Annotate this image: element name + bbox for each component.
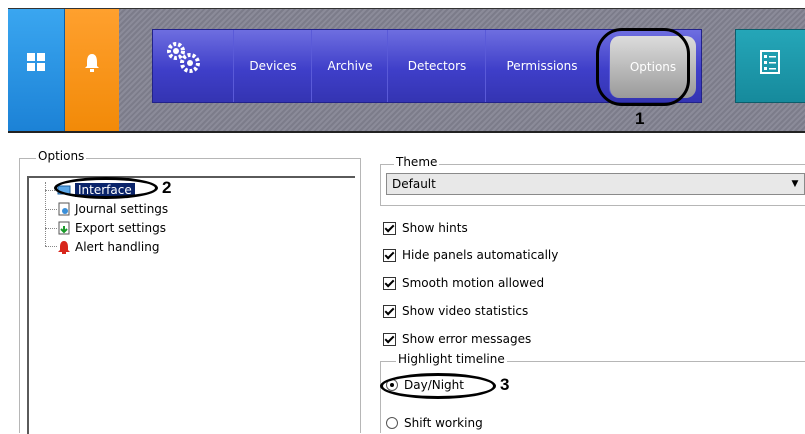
windows-tile-button[interactable] [8,9,65,131]
tree-item-export-settings[interactable]: Export settings [57,219,166,237]
report-tile-button[interactable] [735,29,805,103]
menu-detectors-label: Detectors [407,59,467,73]
alert-icon [57,240,71,254]
callout-number-1: 1 [635,109,645,128]
tree-item-label: Alert handling [75,240,160,254]
menu-detectors[interactable]: Detectors [387,30,486,102]
theme-select[interactable]: Default ▼ [386,173,805,195]
notifications-tile-button[interactable] [65,9,119,131]
callout-oval-1 [596,28,690,106]
menu-devices-label: Devices [249,59,297,73]
checkbox-checked-icon[interactable] [383,304,396,318]
menu-permissions[interactable]: Permissions [485,30,598,102]
dropdown-arrow-icon[interactable]: ▼ [788,176,802,192]
checkbox-checked-icon[interactable] [383,332,396,346]
tree-guide-line [45,246,57,247]
options-tree[interactable]: Interface Journal settings Export settin… [27,176,355,434]
menu-archive[interactable]: Archive [311,30,388,102]
checkbox-show-hints[interactable]: Show hints [383,219,468,237]
checklist-icon [760,50,780,77]
callout-oval-2 [54,177,158,199]
checkbox-label: Show hints [402,221,468,235]
export-icon [57,221,71,235]
checkbox-label: Hide panels automatically [402,248,559,262]
checkbox-checked-icon[interactable] [383,248,396,262]
radio-label: Shift working [404,416,483,430]
checkbox-checked-icon[interactable] [383,221,396,235]
theme-group-title: Theme [394,155,440,169]
tree-item-label: Journal settings [75,202,169,216]
callout-number-3: 3 [500,375,510,394]
theme-select-value: Default [392,177,436,191]
tree-item-journal-settings[interactable]: Journal settings [57,200,168,218]
tree-item-label: Export settings [75,221,166,235]
checkbox-error-messages[interactable]: Show error messages [383,330,531,348]
tree-item-alert-handling[interactable]: Alert handling [57,238,159,256]
tree-guide-line [45,228,57,229]
tree-guide-line [45,209,57,210]
checkbox-checked-icon[interactable] [383,276,396,290]
tree-guide-line [45,182,46,246]
callout-number-2: 2 [162,178,172,197]
menu-permissions-label: Permissions [506,59,578,73]
journal-icon [57,202,71,216]
menu-devices[interactable]: Devices [233,30,312,102]
checkbox-video-statistics[interactable]: Show video statistics [383,302,528,320]
menu-archive-label: Archive [327,59,373,73]
checkbox-hide-panels[interactable]: Hide panels automatically [383,246,558,264]
bell-icon [84,53,100,76]
gears-icon [163,38,203,78]
checkbox-label: Show video statistics [402,304,529,318]
checkbox-label: Smooth motion allowed [402,276,545,290]
callout-oval-3 [380,373,496,399]
options-group-title: Options [36,149,87,163]
checkbox-label: Show error messages [402,332,532,346]
radio-shift-working[interactable]: Shift working [386,414,483,432]
radio-unselected-icon[interactable] [386,417,398,429]
checkbox-smooth-motion[interactable]: Smooth motion allowed [383,274,544,292]
highlight-timeline-title: Highlight timeline [396,352,507,366]
windows-icon [27,53,45,71]
